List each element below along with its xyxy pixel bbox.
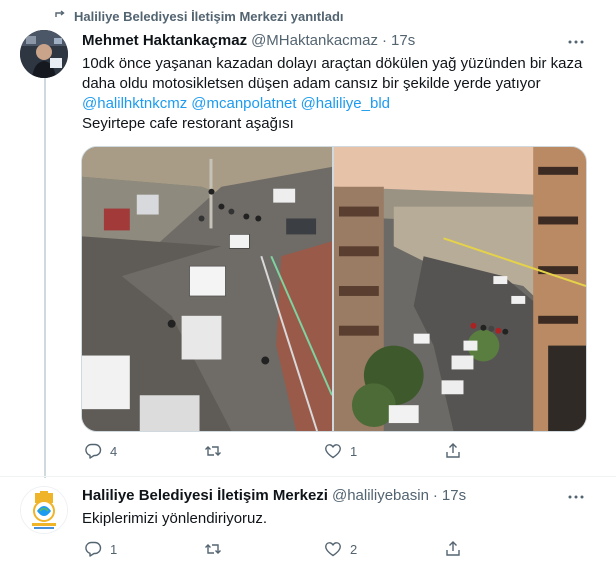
tweet2-share-button[interactable] bbox=[436, 540, 536, 558]
tweet1-header: Mehmet Haktankaçmaz @MHaktankacmaz · 17s bbox=[82, 32, 415, 49]
tweet2-more-button[interactable] bbox=[566, 487, 586, 507]
photo-image bbox=[82, 147, 332, 431]
tweet1-text-line-4: Seyirtepe cafe restorant aşağısı bbox=[82, 115, 294, 132]
avatar-mehmet[interactable] bbox=[20, 30, 68, 78]
like-count: 1 bbox=[350, 443, 358, 459]
tweet1-share-button[interactable] bbox=[436, 442, 536, 460]
tweet2-like-button[interactable]: 2 bbox=[316, 540, 416, 558]
more-dots-icon bbox=[568, 495, 584, 499]
tweet1-text-line-2: daha oldu motosikletsen düşen adam cansı… bbox=[82, 75, 541, 92]
tweet1-retweet-button[interactable] bbox=[196, 442, 296, 460]
retweet-arrow-icon bbox=[55, 10, 65, 17]
tweet2-separator: · bbox=[432, 487, 438, 504]
mention-link[interactable]: @halilhktnkcmz bbox=[82, 95, 187, 112]
more-dots-icon bbox=[568, 40, 584, 44]
reply-count: 4 bbox=[110, 443, 118, 459]
heart-icon bbox=[325, 444, 341, 459]
photo-accident-street[interactable] bbox=[82, 147, 332, 431]
heart-icon bbox=[325, 542, 341, 557]
tweet1-text: 10dk önce yaşanan kazadan dolayı araçtan… bbox=[82, 54, 597, 134]
mention-link[interactable]: @haliliye_bld bbox=[301, 95, 390, 112]
tweet1-media bbox=[81, 146, 587, 432]
reply-bubble-icon bbox=[85, 443, 102, 459]
tweet2-reply-button[interactable]: 1 bbox=[76, 540, 176, 558]
tweet1-author-handle[interactable]: @MHaktankacmaz bbox=[251, 32, 378, 49]
share-upload-icon bbox=[446, 541, 460, 556]
tweet1-timestamp[interactable]: 17s bbox=[391, 32, 415, 49]
reply-context: Haliliye Belediyesi İletişim Merkezi yan… bbox=[54, 8, 344, 24]
tweet1-more-button[interactable] bbox=[566, 32, 586, 52]
reply-context-text: Haliliye Belediyesi İletişim Merkezi yan… bbox=[74, 8, 344, 24]
photo-accident-overview[interactable] bbox=[334, 147, 586, 431]
haliliye-logo bbox=[21, 487, 67, 533]
tweet2-timestamp[interactable]: 17s bbox=[442, 487, 466, 504]
tweet1-separator: · bbox=[382, 32, 388, 49]
tweet2-retweet-button[interactable] bbox=[196, 540, 296, 558]
reply-count: 1 bbox=[110, 541, 118, 557]
tweet2-actions: 1 2 bbox=[76, 540, 536, 558]
tweet1-author-name[interactable]: Mehmet Haktankaçmaz bbox=[82, 32, 247, 49]
mention-link[interactable]: @mcanpolatnet bbox=[191, 95, 296, 112]
share-upload-icon bbox=[446, 443, 460, 458]
tweet1-mentions: @halilhktnkcmz @mcanpolatnet @haliliye_bld bbox=[82, 94, 597, 114]
tweet1-reply-button[interactable]: 4 bbox=[76, 442, 176, 460]
tweet1-text-line-1: 10dk önce yaşanan kazadan dolayı araçtan… bbox=[82, 55, 583, 72]
photo-image bbox=[334, 147, 586, 431]
tweet1-like-button[interactable]: 1 bbox=[316, 442, 416, 460]
avatar-haliliye[interactable] bbox=[20, 486, 68, 534]
retweet-icon bbox=[205, 446, 221, 456]
tweet2-header: Haliliye Belediyesi İletişim Merkezi @ha… bbox=[82, 487, 466, 504]
like-count: 2 bbox=[350, 541, 358, 557]
tweet2-text: Ekiplerimizi yönlendiriyoruz. bbox=[82, 510, 268, 527]
tweet2-author-name[interactable]: Haliliye Belediyesi İletişim Merkezi bbox=[82, 487, 328, 504]
thread-line bbox=[44, 78, 46, 478]
tweet1-actions: 4 1 bbox=[76, 442, 536, 460]
reply-bubble-icon bbox=[85, 541, 102, 557]
tweet2-author-handle[interactable]: @haliliyebasin bbox=[332, 487, 429, 504]
avatar-image bbox=[20, 30, 68, 78]
retweet-icon bbox=[205, 544, 221, 554]
tweet-divider bbox=[0, 476, 616, 477]
